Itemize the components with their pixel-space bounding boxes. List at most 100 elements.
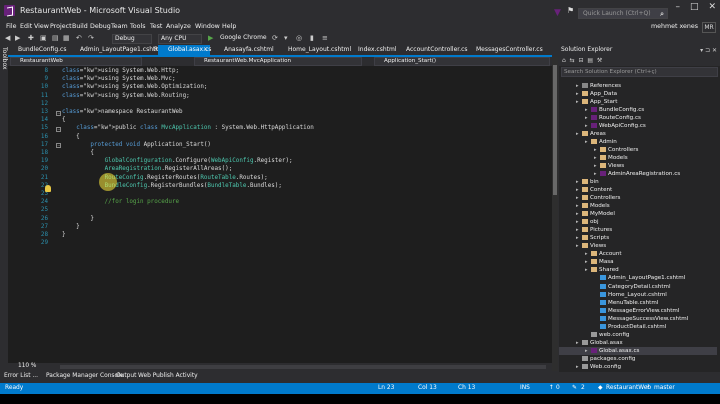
code-line[interactable]: protected void Application_Start() — [62, 142, 211, 148]
tree-item[interactable]: ▸ Global.asax — [576, 339, 623, 347]
properties-icon[interactable]: ⚒ — [597, 57, 602, 64]
member-dropdown[interactable]: Application_Start() — [374, 57, 550, 66]
fold-toggle-icon[interactable]: − — [56, 143, 61, 149]
code-line[interactable]: { — [62, 134, 80, 140]
run-icon[interactable]: ▶ — [208, 34, 213, 42]
code-editor[interactable]: 8 9101112 13 14151617 18 192021 22 23 24252627 28… — [8, 66, 552, 363]
zoom-level[interactable]: 110 % — [18, 363, 36, 369]
tree-item[interactable]: ▸ BundleConfig.cs — [585, 106, 644, 114]
menu-project[interactable]: Project — [50, 23, 72, 30]
tree-item[interactable]: Home_Layout.cshtml — [594, 291, 667, 299]
tree-item[interactable]: ▸ References — [576, 82, 621, 90]
tree-item[interactable]: ▸ Models — [594, 154, 628, 162]
save-icon[interactable]: ▤ — [52, 34, 59, 42]
dropdown-icon[interactable]: ▾ — [284, 34, 288, 42]
menu-analyze[interactable]: Analyze — [166, 23, 191, 30]
tab-4[interactable]: Anasayfa.cshtml — [214, 45, 274, 55]
comment-icon[interactable]: ≡ — [322, 34, 328, 42]
redo-icon[interactable]: ↷ — [88, 34, 94, 42]
bookmark-icon[interactable]: ▮ — [310, 34, 314, 42]
class-dropdown[interactable]: RestaurantWeb.MvcApplication — [194, 57, 362, 66]
browser-link-icon[interactable]: ◎ — [296, 34, 302, 42]
menu-team[interactable]: Team — [111, 23, 128, 30]
menu-window[interactable]: Window — [195, 23, 220, 30]
tree-item[interactable]: ProductDetail.cshtml — [594, 323, 666, 331]
open-folder-icon[interactable]: ▣ — [40, 34, 47, 42]
tab-7[interactable]: AccountController.cs — [396, 45, 468, 55]
menu-build[interactable]: Build — [72, 23, 88, 30]
tree-item[interactable]: ▸ Controllers — [576, 194, 620, 202]
tree-item[interactable]: ▸ AdminAreaRegistration.cs — [594, 170, 680, 178]
tab-8[interactable]: MessagesController.cs — [466, 45, 544, 55]
run-target-select[interactable]: Google Chrome — [218, 34, 270, 44]
tree-item[interactable]: ▸ Content — [576, 186, 612, 194]
tree-item[interactable]: ▸ Views — [576, 242, 606, 250]
tab-1[interactable]: Admin_LayoutPage1.cshtml* — [70, 45, 166, 55]
code-line[interactable]: } — [62, 216, 94, 222]
tree-item[interactable]: ▸ Pictures — [576, 226, 612, 234]
toolbox-strip[interactable]: Toolbox — [0, 45, 8, 385]
back-icon[interactable]: ◀ — [5, 34, 10, 42]
tree-item[interactable]: ▸ Admin — [585, 138, 617, 146]
vertical-scrollbar[interactable] — [552, 57, 558, 371]
tree-item[interactable]: ▸ Models — [576, 202, 610, 210]
code-line[interactable]: { — [62, 150, 94, 156]
push-count[interactable]: 0 — [556, 385, 560, 391]
show-all-icon[interactable]: ▤ — [587, 57, 593, 64]
refresh-icon[interactable]: ⟳ — [272, 34, 278, 42]
menu-help[interactable]: Help — [222, 23, 236, 30]
repo-name[interactable]: RestaurantWeb — [606, 385, 651, 391]
branch-name[interactable]: master — [654, 385, 675, 391]
tree-item[interactable]: ▸ Account — [585, 250, 622, 258]
code-line[interactable]: GlobalConfiguration.Configure(WebApiConf… — [62, 158, 293, 164]
tab-2[interactable]: RouteConfig.cs — [144, 45, 199, 55]
tab-3[interactable]: Global.asax.cs ✕ — [158, 45, 211, 55]
menu-tools[interactable]: Tools — [130, 23, 146, 30]
menu-test[interactable]: Test — [150, 23, 162, 30]
menu-edit[interactable]: Edit — [20, 23, 32, 30]
project-dropdown[interactable]: RestaurantWeb — [10, 57, 142, 66]
pencil-icon[interactable]: ✎ — [572, 385, 577, 391]
user-name[interactable]: mehmet xenes — [651, 23, 698, 30]
menu-view[interactable]: View — [34, 23, 49, 30]
code-line[interactable]: RouteConfig.RegisterRoutes(RouteTable.Ro… — [62, 175, 268, 181]
platform-select[interactable]: Any CPU — [158, 34, 202, 44]
tree-item[interactable]: Admin_LayoutPage1.cshtml — [594, 274, 685, 282]
bottom-tab[interactable]: Web Publish Activity — [138, 373, 198, 379]
home-icon[interactable]: ⌂ — [562, 57, 566, 64]
tree-item[interactable]: MenuTable.cshtml — [594, 299, 658, 307]
tree-item[interactable]: packages.config — [576, 355, 635, 363]
lightbulb-icon[interactable] — [45, 185, 51, 192]
code-line[interactable]: class="kw">using System.Web.Http; — [62, 68, 179, 74]
tree-item[interactable]: ▸ obj — [576, 218, 599, 226]
code-line[interactable]: } — [62, 232, 66, 238]
code-line[interactable]: BundleConfig.RegisterBundles(BundleTable… — [62, 183, 282, 189]
save-all-icon[interactable]: ▦ — [63, 34, 70, 42]
horizontal-scrollbar[interactable] — [60, 365, 546, 369]
close-icon[interactable]: ✕ — [708, 2, 716, 12]
changes-count[interactable]: 2 — [581, 385, 585, 391]
minimize-icon[interactable]: – — [675, 2, 680, 12]
filter-icon[interactable]: ▼ — [554, 8, 561, 18]
collapse-icon[interactable]: ⊟ — [579, 57, 584, 64]
code-line[interactable]: class="kw">using System.Web.Optimization… — [62, 84, 207, 90]
tree-item[interactable]: ▸ Controllers — [594, 146, 638, 154]
tree-item[interactable]: ▸ bin — [576, 178, 599, 186]
sync-icon[interactable]: ⇆ — [570, 57, 575, 64]
tab-0[interactable]: BundleConfig.cs — [8, 45, 66, 55]
tree-item[interactable]: ▸ Masa — [585, 258, 614, 266]
tree-item[interactable]: CategoryDetail.cshtml — [594, 283, 671, 291]
tree-item[interactable]: ▸ WebApiConfig.cs — [585, 122, 646, 130]
fold-toggle-icon[interactable]: − — [56, 126, 61, 132]
fold-toggle-icon[interactable]: − — [56, 110, 61, 116]
bottom-tab[interactable]: Output — [116, 373, 136, 379]
maximize-icon[interactable]: □ — [690, 2, 699, 12]
scroll-thumb[interactable] — [553, 65, 557, 195]
tree-item[interactable]: ▸ Shared — [585, 266, 619, 274]
quick-launch-input[interactable]: Quick Launch (Ctrl+Q) ⌕ — [578, 8, 668, 19]
menu-debug[interactable]: Debug — [90, 23, 111, 30]
tree-item[interactable]: ▸ Global.asax.cs — [559, 346, 717, 355]
notification-flag-icon[interactable]: ⚑ — [567, 6, 574, 15]
code-line[interactable]: class="kw">public class MvcApplication :… — [62, 125, 314, 131]
tree-item[interactable]: ▸ MyModel — [576, 210, 615, 218]
